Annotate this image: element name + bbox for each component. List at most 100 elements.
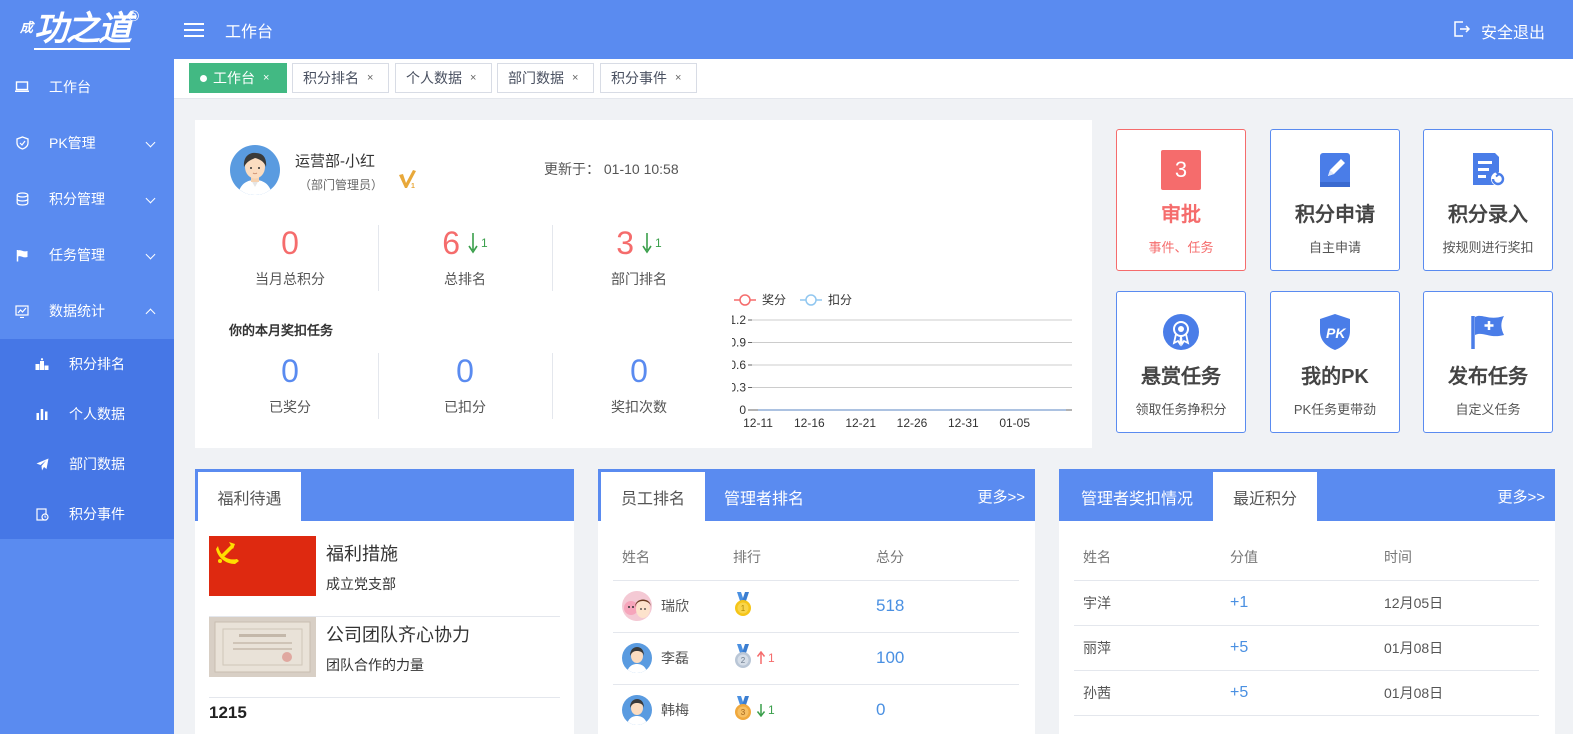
table-row[interactable]: 李磊 2 1 100 xyxy=(613,632,1019,685)
sidebar-item-points[interactable]: 积分管理 xyxy=(0,171,174,227)
tab-manager-rewards[interactable]: 管理者奖扣情况 xyxy=(1067,472,1207,521)
sidebar-item-workbench[interactable]: 工作台 xyxy=(0,59,174,115)
welfare-item[interactable]: 福利措施 成立党支部 xyxy=(209,536,560,617)
sidebar-item-label: 数据统计 xyxy=(49,303,105,319)
submenu-item-personal-data[interactable]: 个人数据 xyxy=(0,389,174,439)
table-row[interactable]: 韩梅 3 1 0 xyxy=(613,684,1019,734)
tag-workbench[interactable]: 工作台 × xyxy=(189,63,287,93)
send-icon xyxy=(35,457,49,471)
tile-title: 积分申请 xyxy=(1295,204,1375,226)
stat-label: 当月总积分 xyxy=(255,271,325,287)
tile-approval[interactable]: 3 审批 事件、任务 xyxy=(1116,129,1246,271)
chart-icon xyxy=(15,304,29,318)
column-header: 总分 xyxy=(876,534,1019,581)
x-tick-label: 12-31 xyxy=(948,416,979,430)
tag-department-data[interactable]: 部门数据 × xyxy=(497,63,594,93)
tab-employee-ranking[interactable]: 员工排名 xyxy=(601,472,705,521)
tag-label: 部门数据 xyxy=(508,70,564,86)
table-row[interactable]: 宇洋 +1 12月05日 xyxy=(1074,580,1539,626)
submenu-item-points-events[interactable]: 积分事件 xyxy=(0,489,174,539)
profile-card: 运营部-小红 （部门管理员） 1 更新于： 01-10 10:58 0 当月总积… xyxy=(195,120,1092,448)
close-icon[interactable]: × xyxy=(572,72,578,84)
tab-manager-ranking[interactable]: 管理者排名 xyxy=(705,472,823,521)
recent-name: 丽萍 xyxy=(1074,625,1230,671)
tile-my-pk[interactable]: PK 我的PK PK任务更带劲 xyxy=(1270,291,1400,433)
stat-value: 3 xyxy=(616,225,635,261)
logout-label: 安全退出 xyxy=(1480,25,1545,42)
employee-name: 瑞欣 xyxy=(661,598,689,614)
tile-points-entry[interactable]: 积分录入 按规则进行奖扣 xyxy=(1423,129,1553,271)
employee-score[interactable]: 100 xyxy=(876,648,904,667)
table-row[interactable]: 孙茜 +5 01月08日 xyxy=(1074,670,1539,716)
tag-label: 工作台 xyxy=(213,70,255,86)
welfare-item[interactable]: 公司团队齐心协力 团队合作的力量 xyxy=(209,617,560,698)
sidebar-item-tasks[interactable]: 任务管理 xyxy=(0,227,174,283)
rank-change-value: 1 xyxy=(481,236,488,250)
svg-text:PK: PK xyxy=(1326,325,1346,341)
column-header: 分值 xyxy=(1230,534,1384,581)
tag-points-events[interactable]: 积分事件 × xyxy=(600,63,697,93)
stat-month-total: 0 当月总积分 xyxy=(203,223,377,289)
avatar xyxy=(622,643,652,673)
tag-points-ranking[interactable]: 积分排名 × xyxy=(292,63,389,93)
close-icon[interactable]: × xyxy=(675,72,681,84)
legend-marker xyxy=(739,294,751,306)
submenu-item-department-data[interactable]: 部门数据 xyxy=(0,439,174,489)
rank-change-value: 1 xyxy=(768,703,775,717)
stat-value: 6 xyxy=(442,225,461,261)
panel-header: 员工排名 管理者排名 更多>> xyxy=(598,469,1035,521)
stat-label: 奖扣次数 xyxy=(611,399,667,415)
shield-icon xyxy=(15,136,29,150)
edit-book-icon xyxy=(1315,150,1355,190)
sidebar-item-label: 积分管理 xyxy=(49,191,105,207)
legend-label: 扣分 xyxy=(828,293,852,307)
party-flag-image xyxy=(209,536,316,596)
recent-value[interactable]: +1 xyxy=(1230,594,1248,611)
table-row[interactable] xyxy=(1074,715,1539,734)
approval-badge: 3 xyxy=(1161,150,1201,190)
arrow-up-icon xyxy=(756,651,766,664)
logo-small-text: 成 xyxy=(20,20,34,35)
stat-value: 0 xyxy=(456,353,474,389)
employee-score[interactable]: 518 xyxy=(876,596,904,615)
podium-icon xyxy=(35,357,49,371)
app-logo[interactable]: 成 功之道 ® xyxy=(0,0,174,59)
employee-score[interactable]: 0 xyxy=(876,700,885,719)
sidebar-item-pk[interactable]: PK管理 xyxy=(0,115,174,171)
table-row[interactable]: 瑞欣 1 518 xyxy=(613,580,1019,633)
tile-subtitle: 事件、任务 xyxy=(1148,240,1214,255)
close-icon[interactable]: × xyxy=(367,72,373,84)
close-icon[interactable]: × xyxy=(263,72,269,84)
tab-recent-points[interactable]: 最近积分 xyxy=(1213,472,1317,521)
rank-change: 1 xyxy=(756,703,775,717)
tile-bounty-task[interactable]: 悬赏任务 领取任务挣积分 xyxy=(1116,291,1246,433)
submenu-item-label: 积分事件 xyxy=(69,506,125,522)
tile-publish-task[interactable]: 发布任务 自定义任务 xyxy=(1423,291,1553,433)
sidebar-item-label: 工作台 xyxy=(49,79,91,95)
logout-button[interactable]: 安全退出 xyxy=(1453,19,1545,43)
legend-label: 奖分 xyxy=(762,293,786,307)
x-tick-label: 12-16 xyxy=(794,416,825,430)
svg-text:2: 2 xyxy=(741,656,746,665)
recent-name xyxy=(1074,715,1230,734)
sidebar-item-statistics[interactable]: 数据统计 xyxy=(0,283,174,339)
database-icon xyxy=(15,192,29,206)
more-link[interactable]: 更多>> xyxy=(1497,486,1545,507)
y-tick-label: 0 xyxy=(739,403,746,417)
svg-text:1: 1 xyxy=(411,183,415,190)
submenu-item-points-ranking[interactable]: 积分排名 xyxy=(0,339,174,389)
arrow-down-icon xyxy=(642,233,652,254)
submenu-item-label: 积分排名 xyxy=(69,356,125,372)
tab-welfare[interactable]: 福利待遇 xyxy=(198,472,301,521)
user-role: （部门管理员） xyxy=(299,178,384,192)
more-link[interactable]: 更多>> xyxy=(977,486,1025,507)
close-icon[interactable]: × xyxy=(470,72,476,84)
stat-department-rank: 3 1 部门排名 xyxy=(552,223,726,289)
recent-value[interactable]: +5 xyxy=(1230,639,1248,656)
tile-points-apply[interactable]: 积分申请 自主申请 xyxy=(1270,129,1400,271)
avatar xyxy=(622,591,652,621)
recent-value[interactable]: +5 xyxy=(1230,684,1248,701)
table-row[interactable]: 丽萍 +5 01月08日 xyxy=(1074,625,1539,671)
tag-personal-data[interactable]: 个人数据 × xyxy=(395,63,492,93)
menu-toggle-icon[interactable] xyxy=(184,19,204,41)
